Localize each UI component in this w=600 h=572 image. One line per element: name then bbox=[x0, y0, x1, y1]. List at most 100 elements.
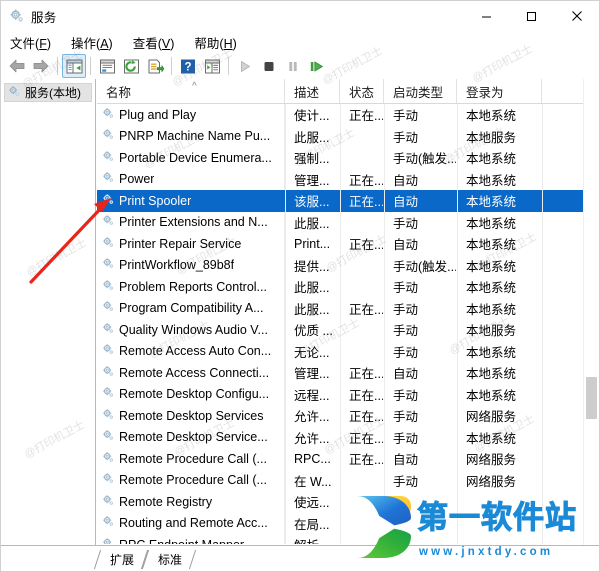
export-list-button[interactable] bbox=[143, 54, 167, 78]
cell-service-name: Problem Reports Control... bbox=[97, 276, 285, 298]
cell-startup-type: 手动 bbox=[393, 302, 419, 317]
table-row[interactable]: Printer Repair Service Print... 正在... 自动 本地系… bbox=[97, 233, 599, 255]
column-header-startup-type-label: 启动类型 bbox=[393, 85, 444, 100]
restart-service-button[interactable] bbox=[305, 54, 329, 78]
table-row[interactable]: Remote Procedure Call (... RPC... 正在... 自动 网… bbox=[97, 448, 599, 470]
properties-button[interactable] bbox=[95, 54, 119, 78]
cell-service-name: Plug and Play bbox=[97, 104, 285, 126]
back-button[interactable] bbox=[5, 54, 29, 78]
table-row[interactable]: Program Compatibility A... 此服... 正在... 手动 本地… bbox=[97, 297, 599, 319]
cell-startup-type: 手动 bbox=[393, 388, 419, 403]
cell-log-on-as: 本地系统 bbox=[466, 259, 517, 274]
table-row[interactable]: Problem Reports Control... 此服... 手动 本地系统 bbox=[97, 276, 599, 298]
cell-service-name: Remote Access Auto Con... bbox=[97, 340, 285, 362]
show-hide-tree-button[interactable] bbox=[62, 54, 86, 78]
service-name-label: Plug and Play bbox=[119, 107, 197, 122]
refresh-button[interactable] bbox=[119, 54, 143, 78]
svg-text:?: ? bbox=[184, 61, 191, 73]
tree-node-services-local[interactable]: 服务(本地) bbox=[4, 83, 92, 102]
table-row[interactable]: Remote Access Connecti... 管理... 正在... 自动 本地系… bbox=[97, 362, 599, 384]
tab-standard[interactable]: 标准 bbox=[145, 550, 193, 569]
cell-status bbox=[340, 276, 384, 298]
cell-status bbox=[340, 319, 384, 341]
start-service-button[interactable] bbox=[233, 54, 257, 78]
cell-description: 允许... bbox=[294, 410, 330, 425]
cell-description: RPC... bbox=[294, 451, 331, 466]
cell-log-on-as bbox=[457, 491, 542, 513]
cell-status: 正在... bbox=[349, 453, 384, 468]
services-gear-icon bbox=[8, 85, 21, 101]
table-row[interactable]: Routing and Remote Acc... 在局... bbox=[97, 512, 599, 534]
service-gear-icon bbox=[102, 128, 115, 144]
cell-log-on-as: 本地系统 bbox=[466, 388, 517, 403]
cell-log-on-as: 本地系统 bbox=[466, 238, 517, 253]
service-gear-icon bbox=[102, 150, 115, 166]
service-name-label: Remote Desktop Services bbox=[119, 408, 264, 423]
table-row[interactable]: Remote Desktop Configu... 远程... 正在... 手动 本地系… bbox=[97, 383, 599, 405]
minimize-icon[interactable] bbox=[464, 1, 509, 31]
cell-service-name: Quality Windows Audio V... bbox=[97, 319, 285, 341]
menu-action[interactable]: 操作(A) bbox=[71, 31, 122, 54]
view-tab-bar: 扩展 标准 bbox=[1, 545, 599, 569]
column-header-status[interactable]: 状态 bbox=[340, 79, 384, 103]
console-window-icon[interactable] bbox=[200, 54, 224, 78]
cell-status bbox=[340, 534, 384, 544]
cell-startup-type: 自动 bbox=[393, 195, 419, 210]
window-title: 服务 bbox=[31, 10, 57, 25]
table-row[interactable]: Power 管理... 正在... 自动 本地系统 bbox=[97, 168, 599, 190]
services-table-body: Plug and Play 使计... 正在... 手动 本地系统 PNRP Machin… bbox=[97, 104, 599, 544]
cell-log-on-as: 本地系统 bbox=[466, 109, 517, 124]
service-gear-icon bbox=[102, 472, 115, 488]
help-question-icon[interactable]: ? bbox=[176, 54, 200, 78]
table-row[interactable]: PrintWorkflow_89b8f 提供... 手动(触发... 本地系统 bbox=[97, 254, 599, 276]
table-row[interactable]: RPC Endpoint Mapper 解析 ... bbox=[97, 534, 599, 544]
table-row[interactable]: Remote Registry 使远... bbox=[97, 491, 599, 513]
cell-description: 使远... bbox=[294, 496, 330, 511]
menu-help[interactable]: 帮助(H) bbox=[194, 31, 245, 54]
cell-startup-type bbox=[384, 534, 457, 544]
menu-view[interactable]: 查看(V) bbox=[133, 31, 184, 54]
service-name-label: Problem Reports Control... bbox=[119, 279, 267, 294]
cell-status: 正在... bbox=[349, 173, 384, 188]
cell-log-on-as: 本地系统 bbox=[466, 152, 517, 167]
cell-service-name: Printer Extensions and N... bbox=[97, 211, 285, 233]
table-row[interactable]: Remote Desktop Services 允许... 正在... 手动 网络服务 bbox=[97, 405, 599, 427]
table-row[interactable]: Printer Extensions and N... 此服... 手动 本地系统 bbox=[97, 211, 599, 233]
cell-service-name: Power bbox=[97, 168, 285, 190]
service-name-label: Remote Procedure Call (... bbox=[119, 451, 267, 466]
forward-button[interactable] bbox=[29, 54, 53, 78]
table-row[interactable]: Remote Access Auto Con... 无论... 手动 本地系统 bbox=[97, 340, 599, 362]
cell-service-name: Remote Access Connecti... bbox=[97, 362, 285, 384]
maximize-icon[interactable] bbox=[509, 1, 554, 31]
vertical-scrollbar[interactable] bbox=[583, 79, 599, 545]
stop-service-button[interactable] bbox=[257, 54, 281, 78]
table-row[interactable]: Remote Procedure Call (... 在 W... 手动 网络服务 bbox=[97, 469, 599, 491]
column-header-log-on-as[interactable]: 登录为 bbox=[457, 79, 542, 103]
tab-extended-label: 扩展 bbox=[110, 553, 135, 567]
cell-startup-type bbox=[384, 491, 457, 513]
cell-startup-type: 手动 bbox=[393, 130, 419, 145]
column-header-startup-type[interactable]: 启动类型 bbox=[384, 79, 457, 103]
cell-description: 管理... bbox=[294, 367, 330, 382]
table-row[interactable]: PNRP Machine Name Pu... 此服... 手动 本地服务 bbox=[97, 125, 599, 147]
table-row[interactable]: Print Spooler 该服... 正在... 自动 本地系统 bbox=[97, 190, 599, 212]
table-row[interactable]: Quality Windows Audio V... 优质 ... 手动 本地服务 bbox=[97, 319, 599, 341]
close-icon[interactable] bbox=[554, 1, 599, 31]
tab-extended[interactable]: 扩展 bbox=[97, 550, 145, 569]
cell-startup-type: 手动 bbox=[393, 281, 419, 296]
cell-service-name: RPC Endpoint Mapper bbox=[97, 534, 285, 544]
cell-service-name: Remote Desktop Services bbox=[97, 405, 285, 427]
service-gear-icon bbox=[102, 279, 115, 295]
cell-startup-type: 手动(触发... bbox=[393, 152, 457, 167]
menu-file[interactable]: 文件(F) bbox=[10, 31, 60, 54]
table-row[interactable]: Portable Device Enumera... 强制... 手动(触发... 本… bbox=[97, 147, 599, 169]
column-header-name[interactable]: 名称 ^ bbox=[97, 79, 285, 103]
table-row[interactable]: Remote Desktop Service... 允许... 正在... 手动 本地系… bbox=[97, 426, 599, 448]
menu-file-label: 文件 bbox=[10, 36, 36, 51]
cell-log-on-as: 网络服务 bbox=[466, 474, 517, 489]
column-header-description[interactable]: 描述 bbox=[285, 79, 340, 103]
pause-service-button[interactable] bbox=[281, 54, 305, 78]
sort-ascending-icon: ^ bbox=[192, 81, 197, 92]
cell-startup-type: 手动 bbox=[393, 345, 419, 360]
table-row[interactable]: Plug and Play 使计... 正在... 手动 本地系统 bbox=[97, 104, 599, 126]
